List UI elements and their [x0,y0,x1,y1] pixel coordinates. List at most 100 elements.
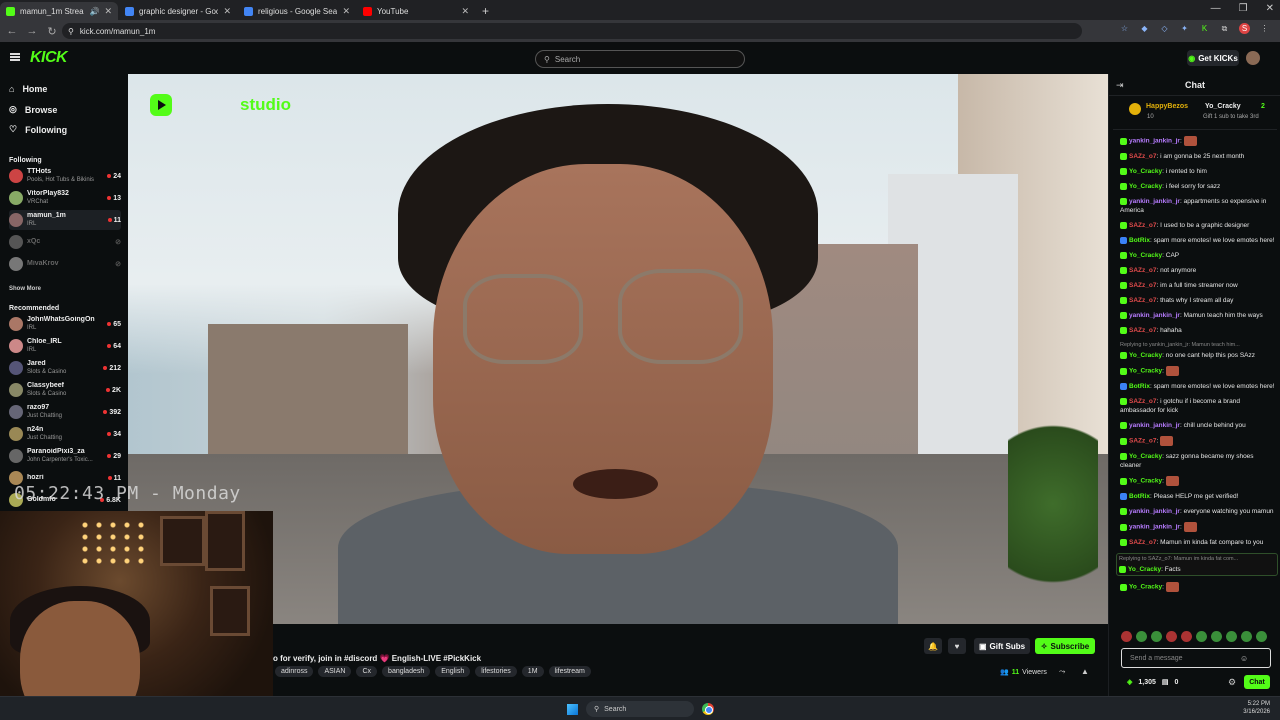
chat-username[interactable]: Yo_Cracky [1129,168,1162,175]
sidebar-channel[interactable]: xQc ⊘ [9,232,121,252]
chat-username[interactable]: Yo_Cracky [1129,252,1162,259]
address-bar[interactable]: ⚲ kick.com/mamun_1m [62,23,1082,39]
emote-icon[interactable] [1136,631,1147,642]
emote-icon[interactable] [1211,631,1222,642]
close-window-icon[interactable]: ✕ [1266,3,1274,14]
chat-username[interactable]: SAZz_o7 [1129,438,1156,445]
extension-icon[interactable]: K [1199,23,1210,34]
stream-tag[interactable]: 1M [521,666,544,677]
chat-username[interactable]: yankin_jankin_jr [1129,312,1180,319]
system-clock[interactable]: 5:22 PM 3/16/2026 [1230,700,1270,716]
menu-dots-icon[interactable]: ⋮ [1259,23,1270,34]
sidebar-nav-home[interactable]: ⌂ Home [9,84,47,94]
stream-tag[interactable]: ASIAN [318,666,352,677]
get-kicks-button[interactable]: ◉ Get KICKs [1187,50,1239,66]
taskbar-search[interactable]: ⚲ Search [586,701,694,717]
chat-username[interactable]: yankin_jankin_jr [1129,422,1180,429]
stream-tag[interactable]: adinross [275,666,314,677]
chat-username[interactable]: SAZz_o7 [1129,297,1156,304]
speaker-icon[interactable]: 🔊 [89,7,99,16]
subscribe-button[interactable]: ✧ Subscribe [1035,638,1095,654]
chat-username[interactable]: Yo_Cracky [1129,478,1162,485]
chat-settings-gear-icon[interactable]: ⚙ [1228,677,1236,688]
browser-tab[interactable]: YouTube ✕ [357,2,475,20]
sidebar-channel[interactable]: ParanoidPixi3_za John Carpenter's Toxic..… [9,446,121,466]
puzzle-icon[interactable]: ⧉ [1219,23,1230,34]
chat-username[interactable]: yankin_jankin_jr [1129,198,1180,205]
emote-picker-icon[interactable]: ☺ [1240,654,1248,663]
gift-subs-button[interactable]: ▣ Gift Subs [974,638,1030,654]
chat-username[interactable]: SAZz_o7 [1129,222,1156,229]
sidebar-channel[interactable]: n24n Just Chatting 34 [9,424,121,444]
search-input[interactable]: ⚲ Search [535,50,745,68]
chat-username[interactable]: SAZz_o7 [1129,327,1156,334]
tab-close-icon[interactable]: ✕ [461,6,469,17]
stream-tag[interactable]: Cx [356,666,378,677]
second-gifter-name[interactable]: Yo_Cracky [1205,103,1241,110]
chat-username[interactable]: BotRix [1129,383,1150,390]
extension-icon[interactable]: ◇ [1159,23,1170,34]
stream-tag[interactable]: bangladesh [382,666,431,677]
chat-username[interactable]: Yo_Cracky [1128,566,1161,573]
tab-close-icon[interactable]: ✕ [342,6,350,17]
sidebar-channel[interactable]: MivaKrov ⊘ [9,254,121,274]
sidebar-nav-following[interactable]: ♡ Following [9,124,67,135]
forward-icon[interactable]: → [24,25,40,37]
chat-username[interactable]: Yo_Cracky [1129,584,1162,591]
maximize-icon[interactable]: ❐ [1239,3,1248,14]
sidebar-nav-browse[interactable]: ◎ Browse [9,104,57,115]
chat-username[interactable]: yankin_jankin_jr [1129,508,1180,515]
reply-context[interactable]: Replying to SAZz_o7: Mamun im kinda fat … [1119,555,1275,564]
sidebar-channel[interactable]: Classybeef Slots & Casino 2K [9,380,121,400]
bookmark-star-icon[interactable]: ☆ [1119,23,1130,34]
chat-username[interactable]: Yo_Cracky [1129,368,1162,375]
browser-tab[interactable]: graphic designer - Google Search ✕ [119,2,237,20]
reload-icon[interactable]: ↻ [44,25,60,38]
video-player[interactable]: studio [128,74,1108,624]
top-gifter-name[interactable]: HappyBezos [1146,103,1188,110]
tab-close-icon[interactable]: ✕ [223,6,231,17]
send-chat-button[interactable]: Chat [1244,675,1270,689]
sidebar-channel[interactable]: TTHots Pools, Hot Tubs & Bikinis 24 [9,166,121,186]
chat-username[interactable]: SAZz_o7 [1129,267,1156,274]
site-info-icon[interactable]: ⚲ [68,27,74,36]
hamburger-menu-icon[interactable] [10,53,20,61]
user-avatar[interactable] [1246,51,1260,65]
sidebar-channel[interactable]: VitorPlay832 VRChat 13 [9,188,121,208]
chat-username[interactable]: BotRix [1129,237,1150,244]
report-icon[interactable]: ▲ [1081,667,1089,676]
emote-icon[interactable] [1121,631,1132,642]
chat-username[interactable]: SAZz_o7 [1129,153,1156,160]
emote-icon[interactable] [1166,631,1177,642]
sidebar-channel[interactable]: JohnWhatsGoingOn IRL 65 [9,314,121,334]
emote-icon[interactable] [1241,631,1252,642]
kick-logo[interactable]: KICK [30,49,68,67]
stream-tag[interactable]: English [435,666,471,677]
chat-username[interactable]: BotRix [1129,493,1150,500]
emote-icon[interactable] [1256,631,1267,642]
emote-icon[interactable] [1151,631,1162,642]
chat-username[interactable]: Yo_Cracky [1129,453,1162,460]
profile-icon[interactable]: S [1239,23,1250,34]
windows-start-icon[interactable] [567,704,578,715]
extension-icon[interactable]: ◆ [1139,23,1150,34]
reply-context[interactable]: Replying to yankin_jankin_jr: Mamun teac… [1120,341,1276,350]
minimize-icon[interactable]: — [1211,3,1221,14]
sidebar-channel[interactable]: mamun_1m IRL 11 [9,210,121,230]
stream-tag[interactable]: lifestories [475,666,517,677]
browser-tab[interactable]: mamun_1m Stream - Watch 🔊 ✕ [0,2,118,20]
sidebar-channel[interactable]: Chloe_IRL IRL 64 [9,336,121,356]
chrome-taskbar-icon[interactable] [702,703,714,715]
sidebar-channel[interactable]: Jared Slots & Casino 212 [9,358,121,378]
chat-username[interactable]: Yo_Cracky [1129,183,1162,190]
bell-icon[interactable]: 🔔 [924,638,942,654]
emote-icon[interactable] [1226,631,1237,642]
emote-icon[interactable] [1181,631,1192,642]
tab-close-icon[interactable]: ✕ [104,6,112,17]
new-tab-button[interactable]: + [476,2,495,20]
chat-message-input[interactable]: Send a message [1121,648,1271,668]
chat-username[interactable]: SAZz_o7 [1129,398,1156,405]
chat-username[interactable]: SAZz_o7 [1129,539,1156,546]
extension-icon[interactable]: ✦ [1179,23,1190,34]
browser-tab[interactable]: religious - Google Search ✕ [238,2,356,20]
